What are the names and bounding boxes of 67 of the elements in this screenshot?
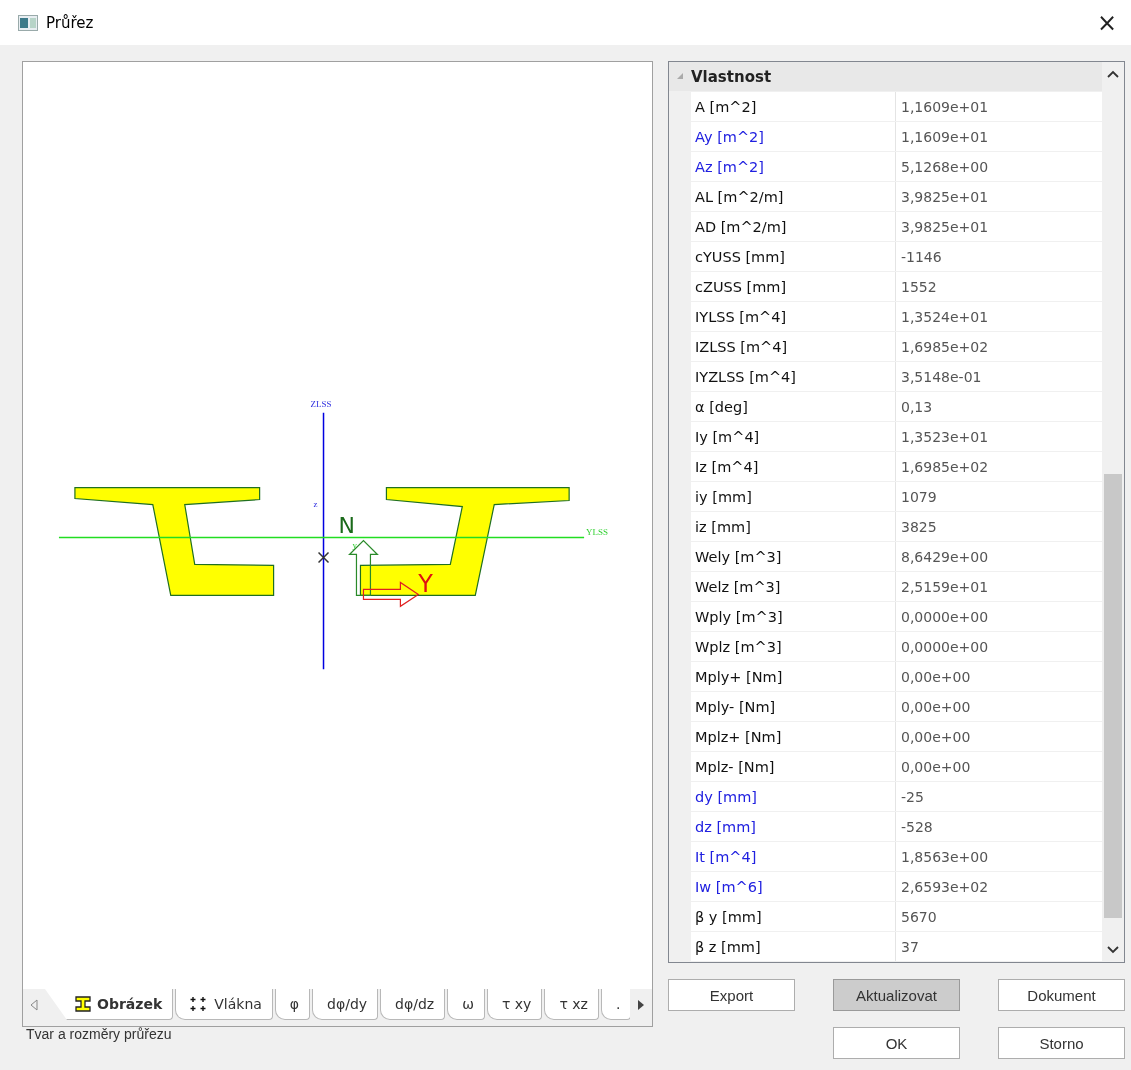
tab[interactable]: τ xz	[544, 989, 599, 1020]
property-value: 0,0000e+00	[900, 607, 990, 627]
dialog-button[interactable]: Dokument	[998, 979, 1125, 1011]
property-value: 2,5159e+01	[900, 577, 990, 597]
property-value: 1079	[900, 487, 938, 507]
property-value: 0,13	[900, 397, 934, 417]
tab[interactable]: Obrázek	[45, 989, 174, 1020]
property-value: 1552	[900, 277, 938, 297]
property-value: 8,6429e+00	[900, 547, 990, 567]
tab[interactable]: .	[600, 989, 630, 1020]
plus-grid-icon	[190, 996, 209, 1012]
centroid-icon	[317, 551, 330, 564]
property-value: -1146	[900, 247, 943, 267]
scrollbar[interactable]	[1102, 62, 1124, 962]
axis-label: ZLSS	[310, 398, 332, 409]
tab[interactable]: φ	[274, 989, 311, 1020]
property-name: β z [mm]	[691, 932, 896, 961]
axis-label: Y	[418, 570, 433, 599]
scroll-right-icon[interactable]	[637, 998, 645, 1011]
property-value: 0,00e+00	[900, 697, 972, 717]
axis-label: z	[313, 498, 318, 509]
property-value: 3,9825e+01	[900, 217, 990, 237]
property-value: 0,00e+00	[900, 667, 972, 687]
property-value: 1,6985e+02	[900, 337, 990, 357]
property-value: 5,1268e+00	[900, 157, 990, 177]
tab[interactable]: dφ/dz	[380, 989, 446, 1020]
property-value: 3825	[900, 517, 938, 537]
property-value: 1,8563e+00	[900, 847, 990, 867]
property-value: 1,1609e+01	[900, 97, 990, 117]
tab[interactable]: Vlákna	[175, 989, 273, 1020]
property-value: 0,0000e+00	[900, 637, 990, 657]
property-value: 1,3524e+01	[900, 307, 990, 327]
up-arrow-icon	[348, 539, 379, 596]
dialog-button[interactable]: Storno	[998, 1027, 1125, 1059]
axis-label: N	[338, 513, 355, 539]
property-value: -25	[900, 787, 925, 807]
i-beam-icon	[75, 996, 91, 1012]
property-value: 0,00e+00	[900, 727, 972, 747]
window-icon	[18, 14, 38, 31]
property-value: 3,5148e-01	[900, 367, 983, 387]
property-value: 1,6985e+02	[900, 457, 990, 477]
property-value: 37	[900, 937, 920, 957]
property-value: 3,9825e+01	[900, 187, 990, 207]
property-value: 1,3523e+01	[900, 427, 990, 447]
header-label: Vlastnost	[691, 67, 772, 86]
close-button[interactable]: ×	[1092, 8, 1121, 37]
dialog-button[interactable]: Aktualizovat	[833, 979, 960, 1011]
scroll-left-icon[interactable]	[30, 998, 38, 1011]
status-text: Tvar a rozměry průřezu	[26, 1026, 172, 1042]
dialog-button[interactable]: OK	[833, 1027, 960, 1059]
property-value: 5670	[900, 907, 938, 927]
axis-label: y	[352, 540, 357, 551]
right-arrow-icon	[362, 581, 420, 608]
tab[interactable]: ω	[447, 989, 485, 1020]
tab[interactable]: dφ/dy	[312, 989, 379, 1020]
axis-label: YLSS	[586, 527, 609, 538]
collapse-icon[interactable]	[676, 73, 684, 80]
window-title: Průřez	[46, 13, 95, 32]
tab[interactable]: τ xy	[486, 989, 543, 1020]
dialog-button[interactable]: Export	[668, 979, 795, 1011]
property-value: 1,1609e+01	[900, 127, 990, 147]
scroll-thumb[interactable]	[1104, 474, 1122, 918]
scroll-up-icon[interactable]	[1107, 70, 1119, 78]
scroll-down-icon[interactable]	[1107, 946, 1119, 954]
property-value: 2,6593e+02	[900, 877, 990, 897]
property-value: 0,00e+00	[900, 757, 972, 777]
property-value: -528	[900, 817, 934, 837]
